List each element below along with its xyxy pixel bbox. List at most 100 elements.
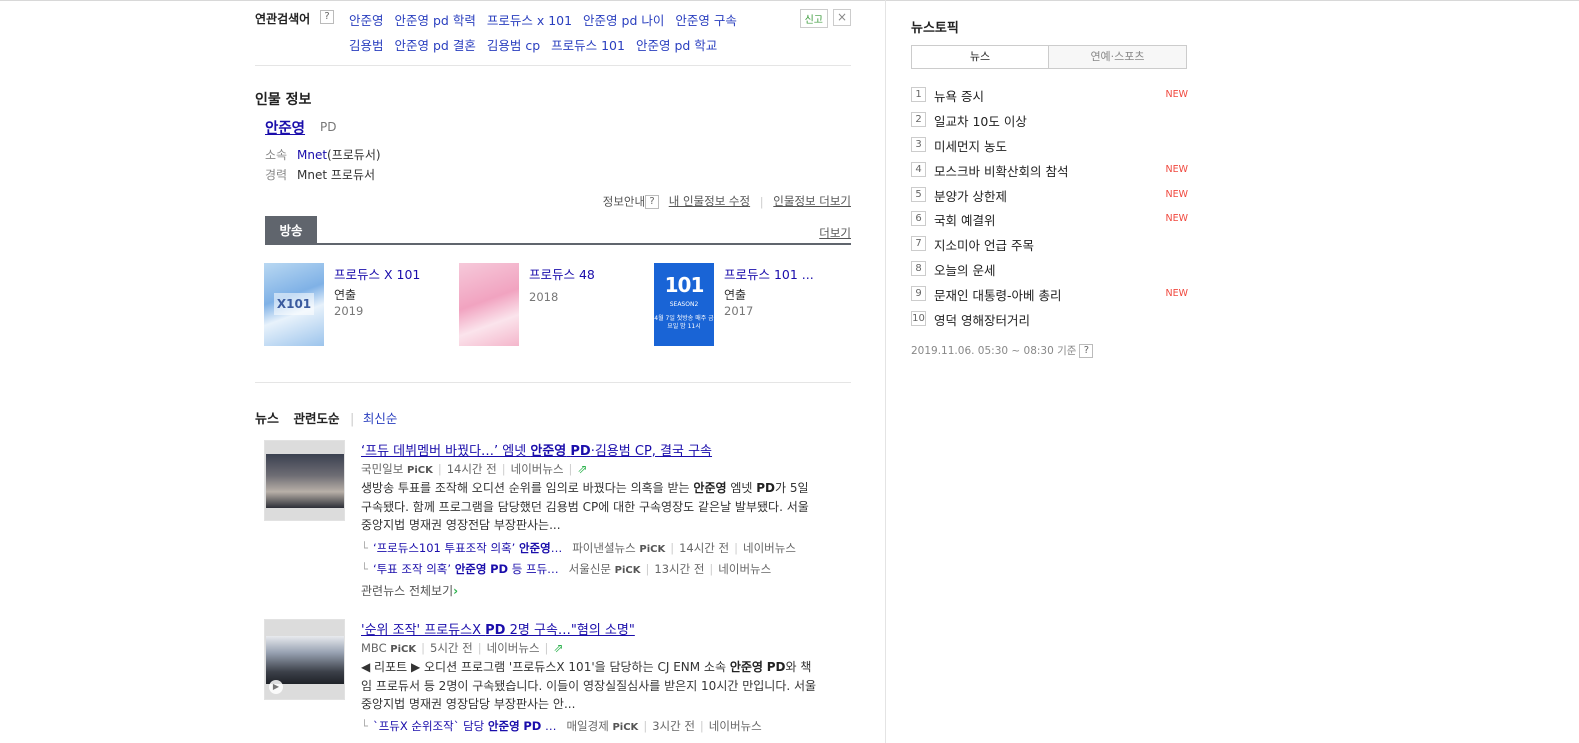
affiliation-row: 소속 Mnet(프로듀서) (265, 146, 381, 163)
news-article: ‘프듀 데뷔멤버 바꿨다…’ 엠넷 안준영 PD·김용범 CP, 결국 구속 국… (264, 440, 851, 600)
article-thumbnail[interactable] (264, 440, 345, 521)
related-source[interactable]: 서울신문 (569, 562, 611, 576)
topic-item[interactable]: 2 일교차 10도 이상 (911, 110, 1188, 130)
portal-news-link[interactable]: 네이버뉴스 (511, 462, 564, 476)
tab-broadcast[interactable]: 방송 (265, 216, 317, 245)
topic-item[interactable]: 5 분양가 상한제 NEW (911, 185, 1188, 205)
tab-entertainment-sports[interactable]: 연예·스포츠 (1048, 45, 1187, 69)
topic-item[interactable]: 3 미세먼지 농도 (911, 135, 1188, 155)
report-button[interactable]: 신고 (799, 9, 828, 28)
portal-news-link[interactable]: 네이버뉴스 (487, 641, 540, 655)
article-meta: MBC PiCK | 5시간 전 | 네이버뉴스 | ⇗ (361, 641, 564, 655)
related-link[interactable]: 김용범 cp (487, 33, 540, 58)
topic-item[interactable]: 6 국회 예결위 NEW (911, 209, 1188, 229)
topic-text[interactable]: 국회 예결위 (934, 210, 995, 229)
article-summary: 생방송 투표를 조작해 오디션 순위를 임의로 바꿨다는 의혹을 받는 안준영 … (361, 479, 851, 535)
program-year: 2018 (529, 290, 559, 304)
related-link[interactable]: 김용범 (349, 33, 384, 58)
close-icon[interactable]: × (833, 9, 851, 26)
related-link[interactable]: 안준영 pd 나이 (583, 8, 664, 33)
share-icon[interactable]: ⇗ (553, 641, 563, 655)
related-link[interactable]: 안준영 (349, 8, 384, 33)
topic-item[interactable]: 4 모스크바 비확산회의 참석 NEW (911, 160, 1188, 180)
program-poster[interactable]: X101 (264, 263, 324, 346)
program-item[interactable]: X101 프로듀스 X 101 연출 2019 (264, 263, 454, 347)
topic-text[interactable]: 오늘의 운세 (934, 260, 995, 279)
related-link[interactable]: 프로듀스 101 (551, 33, 625, 58)
all-related-news-label[interactable]: 관련뉴스 전체보기 (361, 584, 453, 598)
related-article-link[interactable]: ‘투표 조작 의혹’ 안준영 PD 등 프듀… (373, 562, 559, 576)
news-article: ▶ '순위 조작' 프로듀스X PD 2명 구속…"혐의 소명" MBC PiC… (264, 619, 851, 743)
separator: | (350, 412, 355, 427)
tab-news[interactable]: 뉴스 (911, 45, 1049, 69)
person-info-heading: 인물 정보 (255, 92, 312, 108)
person-name-link[interactable]: 안준영 (265, 117, 305, 138)
topic-text[interactable]: 영덕 영해장터거리 (934, 310, 1030, 329)
related-source[interactable]: 파이낸셜뉴스 (572, 541, 635, 555)
main-column: 연관검색어 ? 안준영 안준영 pd 학력 프로듀스 x 101 안준영 pd 나이 안… (255, 0, 851, 743)
topic-item[interactable]: 8 오늘의 운세 (911, 259, 1188, 279)
sort-relevance-button[interactable]: 관련도순 (293, 411, 339, 426)
program-item[interactable]: 101 SEASON2 4월 7일 첫방송 매주 금요일 밤 11시 프로듀스 … (654, 263, 844, 347)
broadcast-more-link[interactable]: 더보기 (819, 225, 851, 241)
topic-text[interactable]: 모스크바 비확산회의 참석 (934, 161, 1068, 180)
related-article-link[interactable]: `프듀X 순위조작` 담당 안준영 PD … (373, 719, 557, 733)
related-searches-title: 연관검색어 (255, 12, 311, 26)
topic-text[interactable]: 분양가 상한제 (934, 186, 1007, 205)
program-poster[interactable] (459, 263, 519, 346)
pick-badge: PiCK (612, 722, 639, 733)
related-time: 13시간 전 (654, 562, 705, 576)
edit-person-info-link[interactable]: 내 인물정보 수정 (669, 194, 750, 208)
program-title-link[interactable]: 프로듀스 X 101 (334, 264, 420, 283)
topic-text[interactable]: 문재인 대통령-아베 총리 (934, 285, 1061, 304)
sort-latest-button[interactable]: 최신순 (363, 411, 398, 426)
related-article-link[interactable]: ‘프로듀스101 투표조작 의혹’ 안준영… (373, 541, 562, 555)
new-badge: NEW (1165, 164, 1188, 175)
thumbnail-image (266, 454, 344, 508)
topic-item[interactable]: 7 지소미아 언급 주목 (911, 234, 1188, 254)
program-item[interactable]: 프로듀스 48 2018 (459, 263, 649, 347)
pick-badge: PiCK (639, 544, 666, 555)
related-link[interactable]: 안준영 구속 (675, 8, 736, 33)
program-title-link[interactable]: 프로듀스 101 ... (724, 264, 814, 283)
basis-help-icon[interactable]: ? (1079, 344, 1094, 358)
article-title-link[interactable]: ‘프듀 데뷔멤버 바꿨다…’ 엠넷 안준영 PD·김용범 CP, 결국 구속 (361, 440, 712, 459)
affiliation-label: 소속 (265, 148, 288, 162)
related-source[interactable]: 매일경제 (566, 719, 608, 733)
affiliation-detail: (프로듀서) (327, 148, 381, 162)
article-source[interactable]: 국민일보 (361, 462, 403, 476)
topic-rank: 9 (911, 286, 926, 301)
news-topic-heading: 뉴스토픽 (911, 21, 959, 36)
all-related-news-link[interactable]: 관련뉴스 전체보기› (361, 582, 458, 599)
affiliation-link[interactable]: Mnet (297, 148, 327, 162)
portal-news-link[interactable]: 네이버뉴스 (743, 541, 796, 555)
summary-line: 생방송 투표를 조작해 오디션 순위를 임의로 바꿨다는 의혹을 받는 안준영 … (361, 481, 809, 495)
more-person-info-link[interactable]: 인물정보 더보기 (773, 194, 851, 208)
topic-item[interactable]: 1 뉴욕 증시 NEW (911, 85, 1188, 105)
related-help-icon[interactable]: ? (320, 10, 334, 24)
related-link[interactable]: 안준영 pd 학력 (395, 8, 476, 33)
topic-text[interactable]: 뉴욕 증시 (934, 86, 984, 105)
program-title-link[interactable]: 프로듀스 48 (529, 264, 595, 283)
topic-item[interactable]: 10 영덕 영해장터거리 (911, 309, 1188, 329)
related-link[interactable]: 프로듀스 x 101 (487, 8, 572, 33)
info-help-icon[interactable]: ? (645, 194, 660, 209)
topic-item[interactable]: 9 문재인 대통령-아베 총리 NEW (911, 284, 1188, 304)
related-link[interactable]: 안준영 pd 결혼 (395, 33, 476, 58)
topic-rank: 4 (911, 162, 926, 177)
portal-news-link[interactable]: 네이버뉴스 (718, 562, 771, 576)
related-link[interactable]: 안준영 pd 학교 (636, 33, 717, 58)
topic-text[interactable]: 미세먼지 농도 (934, 136, 1007, 155)
topic-text[interactable]: 일교차 10도 이상 (934, 111, 1027, 130)
article-source[interactable]: MBC (361, 641, 387, 655)
program-poster[interactable]: 101 SEASON2 4월 7일 첫방송 매주 금요일 밤 11시 (654, 263, 714, 346)
related-links: 안준영 안준영 pd 학력 프로듀스 x 101 안준영 pd 나이 안준영 구속김용범… (349, 8, 769, 58)
career-label: 경력 (265, 168, 288, 182)
play-icon[interactable]: ▶ (269, 680, 283, 694)
share-icon[interactable]: ⇗ (577, 462, 587, 476)
article-thumbnail[interactable]: ▶ (264, 619, 345, 700)
article-title-link[interactable]: '순위 조작' 프로듀스X PD 2명 구속…"혐의 소명" (361, 619, 635, 638)
topic-text[interactable]: 지소미아 언급 주목 (934, 235, 1034, 254)
portal-news-link[interactable]: 네이버뉴스 (709, 719, 762, 733)
summary-line: 중앙지법 명재권 영장전담 부장판사는... (361, 518, 561, 532)
